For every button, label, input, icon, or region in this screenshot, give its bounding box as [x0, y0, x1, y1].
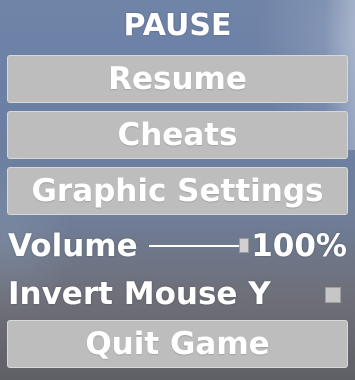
- cheats-button[interactable]: Cheats: [7, 111, 348, 159]
- invert-mouse-checkbox[interactable]: [325, 287, 341, 303]
- pause-title: PAUSE: [123, 8, 232, 43]
- resume-button[interactable]: Resume: [7, 55, 348, 103]
- volume-slider-fill: [149, 245, 245, 247]
- invert-mouse-label: Invert Mouse Y: [8, 276, 271, 312]
- volume-setting: Volume 100%: [8, 224, 347, 268]
- volume-slider-handle[interactable]: [239, 238, 249, 253]
- volume-value: 100%: [251, 228, 347, 264]
- invert-mouse-setting: Invert Mouse Y: [8, 272, 347, 316]
- pause-menu: PAUSE Resume Cheats Graphic Settings Vol…: [0, 0, 355, 380]
- graphic-settings-button[interactable]: Graphic Settings: [7, 167, 348, 215]
- volume-label: Volume: [8, 228, 138, 264]
- volume-slider[interactable]: [149, 234, 249, 258]
- quit-game-button[interactable]: Quit Game: [7, 320, 348, 368]
